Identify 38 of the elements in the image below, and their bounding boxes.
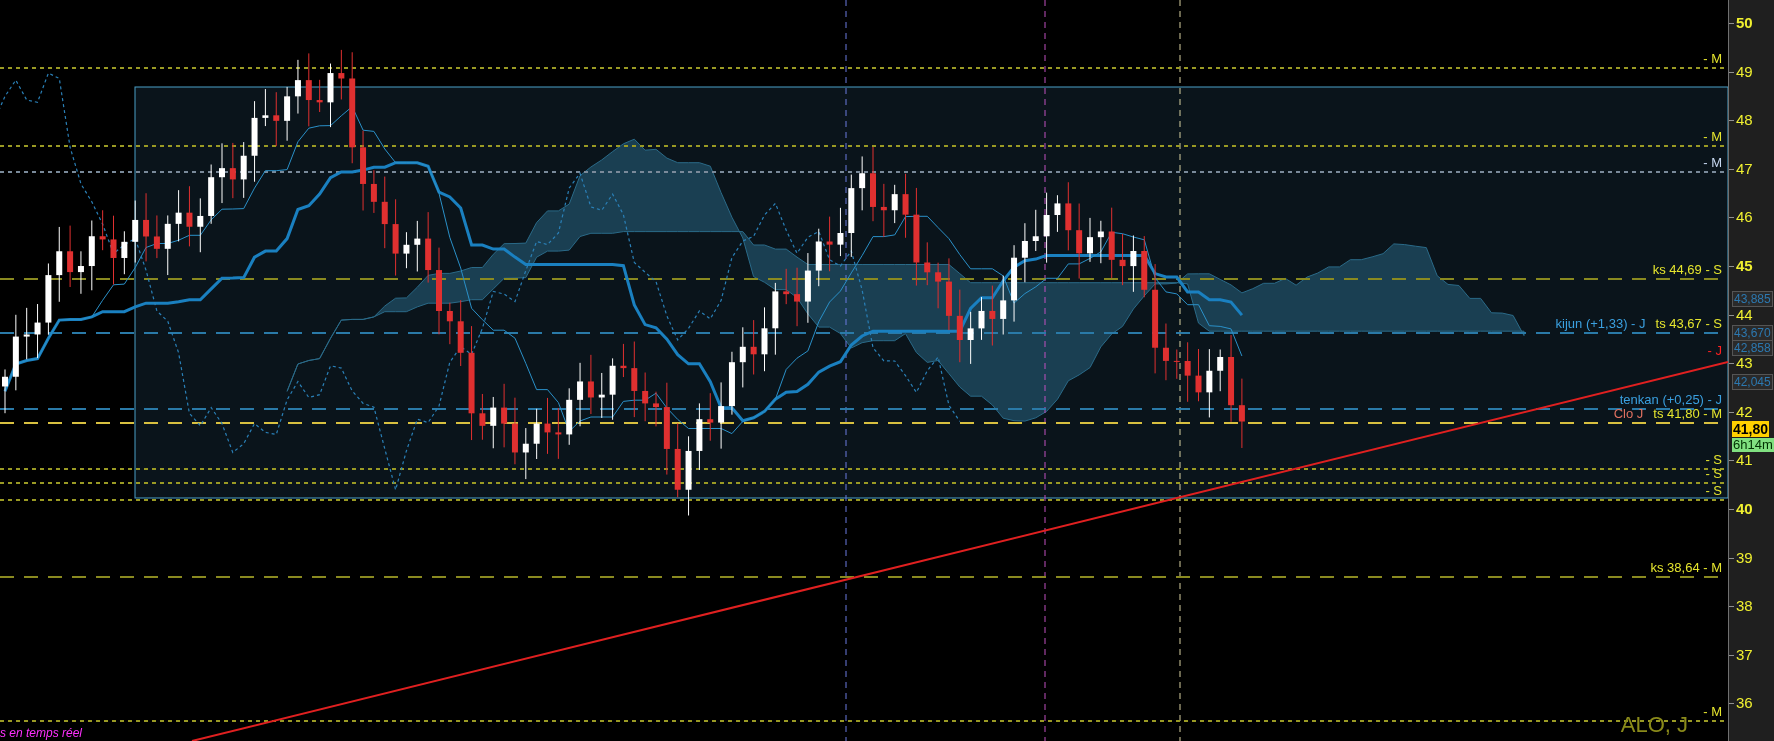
axis-tick-label: 39 xyxy=(1736,549,1753,566)
level-label: - M xyxy=(1703,155,1722,171)
level-label: - M xyxy=(1703,704,1722,720)
level-label: - S xyxy=(1705,466,1722,482)
level-label: ks 44,69 - S xyxy=(1652,262,1722,278)
level-label: tenkan (+0,25) - J xyxy=(1619,391,1722,407)
level-label: ks 38,64 - M xyxy=(1650,560,1722,576)
price-tag: 43,670 xyxy=(1732,325,1773,341)
level-label: - S xyxy=(1705,451,1722,467)
price-tag: 42,858 xyxy=(1732,340,1773,356)
level-label: ts 43,67 - S xyxy=(1655,315,1722,331)
axis-tick-label: 48 xyxy=(1736,112,1753,129)
level-label: kijun (+1,33) - J xyxy=(1555,315,1646,331)
axis-tick-label: 40 xyxy=(1736,501,1753,517)
level-label: - S xyxy=(1705,483,1722,499)
axis-tick-label: 44 xyxy=(1736,306,1753,323)
price-tag: 42,045 xyxy=(1732,374,1773,390)
countdown-tag: 6h14m xyxy=(1732,438,1774,452)
axis-tick-label: 37 xyxy=(1736,646,1753,663)
level-label: ts 41,80 - M xyxy=(1653,406,1722,422)
axis-tick-label: 47 xyxy=(1736,160,1753,177)
axis-tick-label: 41 xyxy=(1736,452,1753,469)
axis-tick-label: 36 xyxy=(1736,695,1753,712)
level-label: - M xyxy=(1703,50,1722,66)
axis-tick-label: 38 xyxy=(1736,598,1753,615)
price-tag: 41,80 xyxy=(1732,421,1770,437)
axis-tick-label: 42 xyxy=(1736,403,1753,420)
level-label: - M xyxy=(1703,128,1722,144)
axis-tick-label: 49 xyxy=(1736,63,1753,80)
axis-tick-label: 45 xyxy=(1736,258,1753,274)
axis-tick-label: 46 xyxy=(1736,209,1753,226)
symbol-label: ALO, J xyxy=(1620,712,1688,737)
price-tag: 43,885 xyxy=(1732,291,1773,307)
level-label: Clo J xyxy=(1613,406,1644,422)
realtime-note: s en temps réel xyxy=(0,726,83,740)
trend-label: - J xyxy=(1707,343,1722,358)
axis-tick-label: 50 xyxy=(1736,15,1753,31)
axis-tick-label: 43 xyxy=(1736,355,1753,372)
